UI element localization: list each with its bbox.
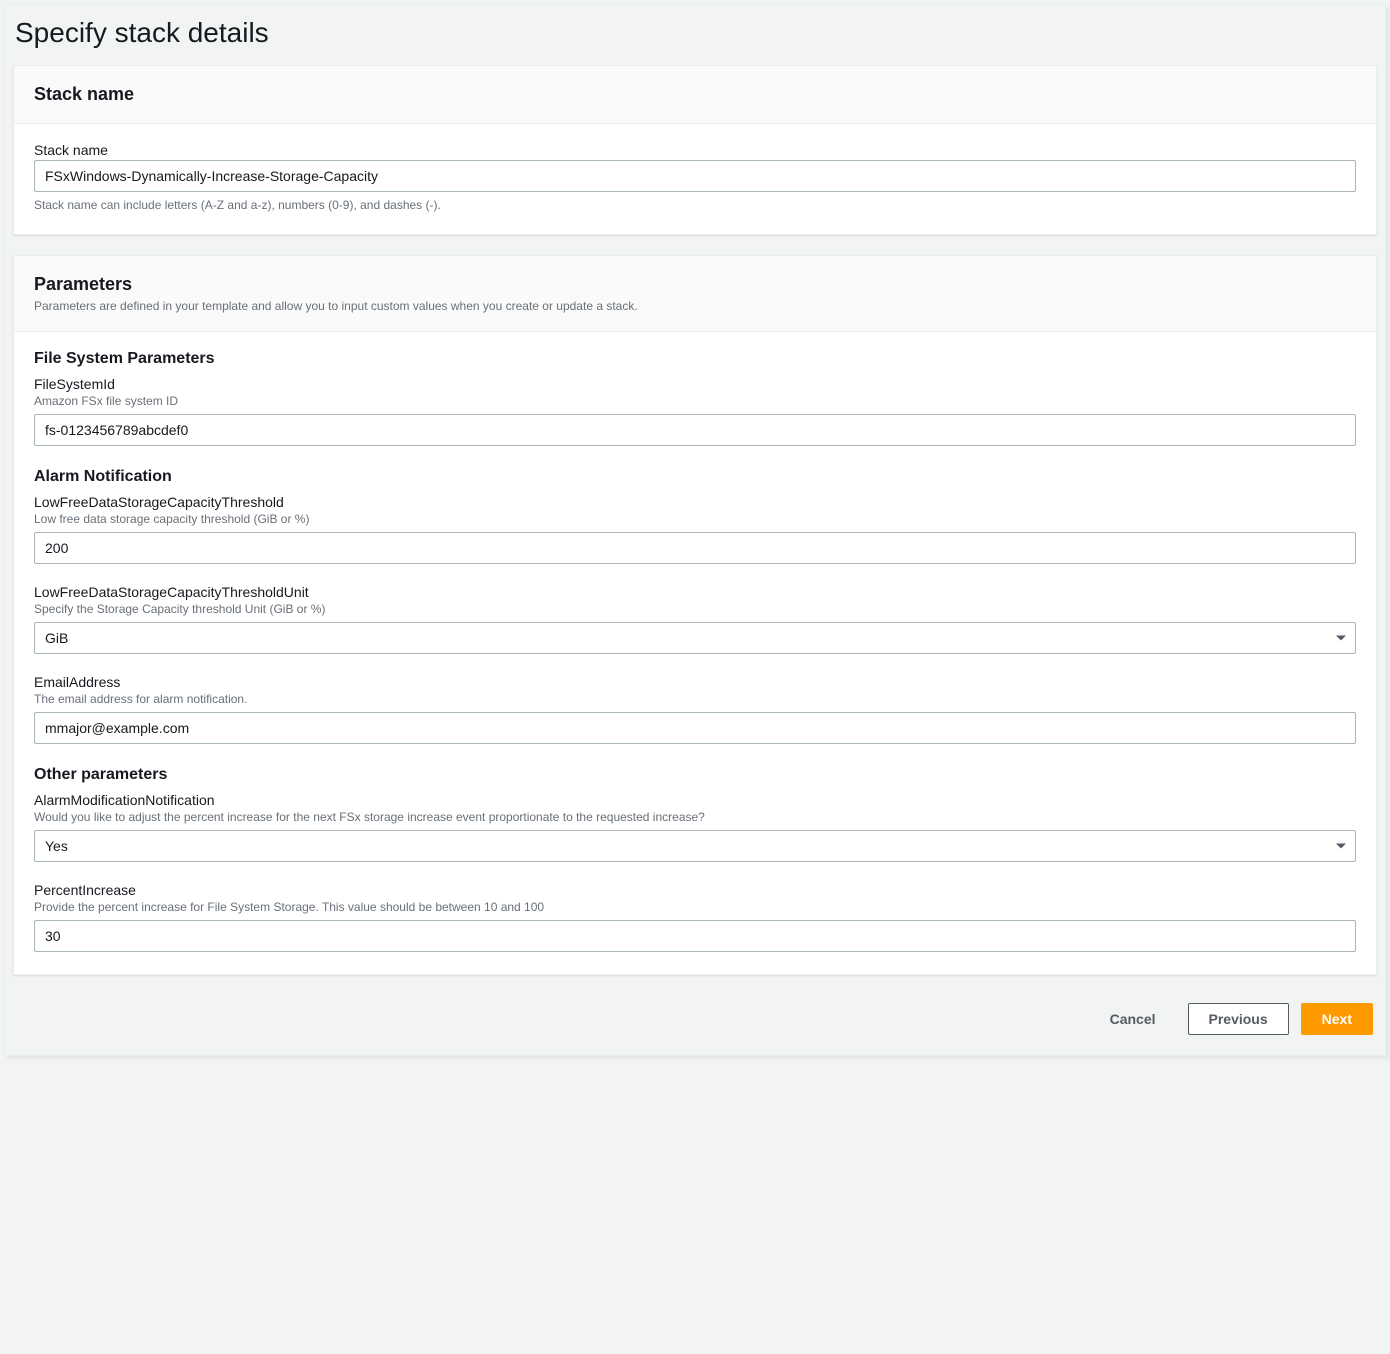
button-row: Cancel Previous Next bbox=[13, 995, 1377, 1035]
alarmmod-block: AlarmModificationNotification Would you … bbox=[34, 792, 1356, 862]
parameters-panel-body: File System Parameters FileSystemId Amaz… bbox=[14, 332, 1376, 974]
filesystemid-block: FileSystemId Amazon FSx file system ID bbox=[34, 376, 1356, 446]
threshold-unit-description: Specify the Storage Capacity threshold U… bbox=[34, 602, 1356, 616]
alarmmod-description: Would you like to adjust the percent inc… bbox=[34, 810, 1356, 824]
stack-name-panel: Stack name Stack name Stack name can inc… bbox=[13, 65, 1377, 235]
parameters-panel-subtitle: Parameters are defined in your template … bbox=[34, 299, 1356, 313]
threshold-unit-select[interactable] bbox=[34, 622, 1356, 654]
filesystemid-description: Amazon FSx file system ID bbox=[34, 394, 1356, 408]
parameters-panel: Parameters Parameters are defined in you… bbox=[13, 255, 1377, 975]
threshold-unit-block: LowFreeDataStorageCapacityThresholdUnit … bbox=[34, 584, 1356, 654]
email-block: EmailAddress The email address for alarm… bbox=[34, 674, 1356, 744]
cancel-button[interactable]: Cancel bbox=[1090, 1003, 1176, 1035]
page-container: Specify stack details Stack name Stack n… bbox=[4, 4, 1386, 1056]
stack-name-panel-body: Stack name Stack name can include letter… bbox=[14, 124, 1376, 234]
email-description: The email address for alarm notification… bbox=[34, 692, 1356, 706]
file-system-section-title: File System Parameters bbox=[34, 350, 1356, 368]
other-section-title: Other parameters bbox=[34, 766, 1356, 784]
threshold-description: Low free data storage capacity threshold… bbox=[34, 512, 1356, 526]
percent-increase-block: PercentIncrease Provide the percent incr… bbox=[34, 882, 1356, 952]
alarm-section-title: Alarm Notification bbox=[34, 468, 1356, 486]
stack-name-field-group: Stack name Stack name can include letter… bbox=[34, 142, 1356, 212]
stack-name-panel-title: Stack name bbox=[34, 84, 1356, 105]
alarmmod-select[interactable] bbox=[34, 830, 1356, 862]
filesystemid-input[interactable] bbox=[34, 414, 1356, 446]
parameters-panel-title: Parameters bbox=[34, 274, 1356, 295]
stack-name-panel-header: Stack name bbox=[14, 66, 1376, 124]
email-input[interactable] bbox=[34, 712, 1356, 744]
stack-name-label: Stack name bbox=[34, 142, 1356, 158]
parameters-panel-header: Parameters Parameters are defined in you… bbox=[14, 256, 1376, 332]
percent-increase-description: Provide the percent increase for File Sy… bbox=[34, 900, 1356, 914]
next-button[interactable]: Next bbox=[1301, 1003, 1373, 1035]
threshold-block: LowFreeDataStorageCapacityThreshold Low … bbox=[34, 494, 1356, 564]
page-title: Specify stack details bbox=[13, 13, 1377, 65]
alarmmod-select-wrapper[interactable] bbox=[34, 830, 1356, 862]
alarmmod-label: AlarmModificationNotification bbox=[34, 792, 1356, 808]
percent-increase-input[interactable] bbox=[34, 920, 1356, 952]
stack-name-hint: Stack name can include letters (A-Z and … bbox=[34, 198, 1356, 212]
threshold-label: LowFreeDataStorageCapacityThreshold bbox=[34, 494, 1356, 510]
email-label: EmailAddress bbox=[34, 674, 1356, 690]
stack-name-input[interactable] bbox=[34, 160, 1356, 192]
threshold-unit-select-wrapper[interactable] bbox=[34, 622, 1356, 654]
previous-button[interactable]: Previous bbox=[1188, 1003, 1289, 1035]
threshold-unit-label: LowFreeDataStorageCapacityThresholdUnit bbox=[34, 584, 1356, 600]
threshold-input[interactable] bbox=[34, 532, 1356, 564]
percent-increase-label: PercentIncrease bbox=[34, 882, 1356, 898]
filesystemid-label: FileSystemId bbox=[34, 376, 1356, 392]
